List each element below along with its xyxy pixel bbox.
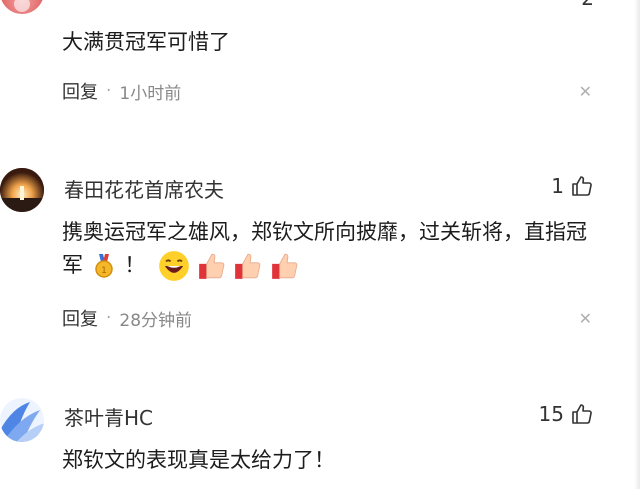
like-count: 1 (551, 174, 564, 198)
avatar[interactable] (0, 0, 44, 14)
avatar[interactable] (0, 398, 44, 442)
reply-button[interactable]: 回复 (62, 78, 98, 104)
comment-username[interactable]: 茶叶青HC (64, 402, 153, 431)
like-count: 15 (538, 402, 564, 426)
scroll-edge (634, 0, 640, 489)
comment-list: 2 大满贯冠军可惜了 回复 · 1小时前 ✕ (0, 0, 640, 489)
avatar-image-icon (0, 402, 44, 442)
thumbs-up-icon (235, 253, 261, 279)
like-button[interactable]: 15 (539, 402, 594, 426)
avatar[interactable] (0, 168, 44, 212)
comment-text: 大满贯冠军可惜了 (62, 30, 230, 54)
comment-text: 携奥运冠军之雄风，郑钦文所向披靡，过关斩将，直指冠军 1 ！ (62, 216, 592, 282)
like-button[interactable]: 1 (551, 174, 594, 198)
gold-medal-icon: 1 (94, 254, 113, 278)
grinning-face-icon (159, 251, 189, 281)
comment-text: 郑钦文的表现真是太给力了！ (62, 448, 335, 472)
thumbs-up-outline-icon (572, 404, 592, 424)
dot-separator: · (106, 308, 112, 328)
dot-separator: · (106, 81, 112, 101)
svg-text:1: 1 (101, 266, 107, 276)
thumbs-up-icon (272, 253, 298, 279)
thumbs-up-icon (198, 253, 225, 279)
comment-time: 28分钟前 (119, 310, 193, 331)
close-icon[interactable]: ✕ (579, 82, 592, 101)
avatar-image-icon (0, 168, 44, 212)
close-icon[interactable]: ✕ (579, 309, 592, 328)
comment-meta: 回复 · 28分钟前 (62, 305, 192, 331)
comment-item: 2 大满贯冠军可惜了 回复 · 1小时前 ✕ (0, 0, 640, 115)
comment-username[interactable]: 春田花花首席农夫 (64, 174, 224, 203)
comment-time: 1小时前 (119, 83, 182, 104)
thumbs-up-outline-icon (572, 176, 592, 196)
comment-item: 春田花花首席农夫 1 携奥运冠军之雄风，郑钦文所向披靡，过关斩将，直指冠军 1 … (0, 162, 640, 362)
reply-button[interactable]: 回复 (62, 305, 98, 331)
comment-meta: 回复 · 1小时前 (62, 78, 181, 104)
like-button[interactable]: 2 (581, 0, 594, 10)
comment-text-end: ！ (124, 253, 146, 277)
avatar-image-icon (14, 0, 30, 12)
comment-item: 茶叶青HC 15 郑钦文的表现真是太给力了！ (0, 392, 640, 489)
like-count: 2 (581, 0, 594, 10)
